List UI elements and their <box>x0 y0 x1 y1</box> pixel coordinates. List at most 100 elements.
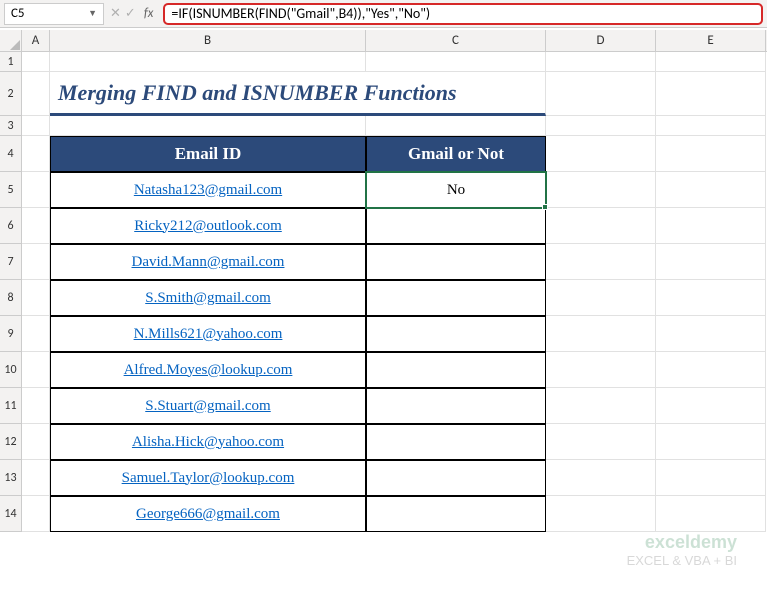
cell[interactable] <box>656 244 766 280</box>
email-link[interactable]: George666@gmail.com <box>50 496 366 532</box>
row-header-7[interactable]: 7 <box>0 244 21 280</box>
row-header-14[interactable]: 14 <box>0 496 21 532</box>
cell[interactable] <box>656 496 766 532</box>
col-header-C[interactable]: C <box>366 30 546 51</box>
cell[interactable] <box>656 424 766 460</box>
fill-handle[interactable] <box>542 204 548 210</box>
cell[interactable] <box>546 352 656 388</box>
result-cell[interactable] <box>366 280 546 316</box>
formula-input[interactable]: =IF(ISNUMBER(FIND("Gmail",B4)),"Yes","No… <box>163 3 763 25</box>
cell[interactable] <box>656 172 766 208</box>
email-link[interactable]: N.Mills621@yahoo.com <box>50 316 366 352</box>
column-headers: ABCDE <box>22 30 767 52</box>
row-header-8[interactable]: 8 <box>0 280 21 316</box>
cell[interactable] <box>656 316 766 352</box>
email-link[interactable]: Ricky212@outlook.com <box>50 208 366 244</box>
cell[interactable] <box>22 388 50 424</box>
cell[interactable] <box>22 352 50 388</box>
row-header-2[interactable]: 2 <box>0 72 21 116</box>
email-link[interactable]: S.Stuart@gmail.com <box>50 388 366 424</box>
cell[interactable] <box>656 388 766 424</box>
accept-icon[interactable]: ✓ <box>125 6 136 21</box>
result-cell[interactable] <box>366 388 546 424</box>
cell[interactable] <box>546 52 656 72</box>
row-header-4[interactable]: 4 <box>0 136 21 172</box>
cell-reference: C5 <box>11 6 25 21</box>
cell[interactable] <box>546 496 656 532</box>
email-link[interactable]: Samuel.Taylor@lookup.com <box>50 460 366 496</box>
result-cell[interactable] <box>366 460 546 496</box>
cell[interactable] <box>656 352 766 388</box>
cancel-icon[interactable]: ✕ <box>110 6 121 21</box>
cell[interactable] <box>22 280 50 316</box>
cell[interactable] <box>366 52 546 72</box>
email-link[interactable]: David.Mann@gmail.com <box>50 244 366 280</box>
cell[interactable] <box>22 460 50 496</box>
result-cell[interactable] <box>366 424 546 460</box>
cell[interactable] <box>50 116 366 136</box>
cell[interactable] <box>22 136 50 172</box>
cell[interactable] <box>22 316 50 352</box>
cell[interactable] <box>22 116 50 136</box>
result-cell[interactable] <box>366 496 546 532</box>
result-cell[interactable] <box>366 352 546 388</box>
result-cell[interactable]: No <box>366 172 546 208</box>
cell[interactable] <box>546 116 656 136</box>
cell[interactable] <box>546 208 656 244</box>
col-header-D[interactable]: D <box>546 30 656 51</box>
col-header-E[interactable]: E <box>656 30 766 51</box>
cell[interactable] <box>366 116 546 136</box>
cell[interactable] <box>656 136 766 172</box>
cell[interactable] <box>546 280 656 316</box>
cell[interactable] <box>656 52 766 72</box>
row-header-12[interactable]: 12 <box>0 424 21 460</box>
grid[interactable]: Merging FIND and ISNUMBER FunctionsEmail… <box>22 52 767 600</box>
cell[interactable] <box>546 136 656 172</box>
cell[interactable] <box>546 244 656 280</box>
row-header-6[interactable]: 6 <box>0 208 21 244</box>
cell[interactable] <box>22 244 50 280</box>
cell[interactable] <box>546 316 656 352</box>
email-link[interactable]: Alfred.Moyes@lookup.com <box>50 352 366 388</box>
col-header-B[interactable]: B <box>50 30 366 51</box>
cell[interactable] <box>22 172 50 208</box>
cell[interactable] <box>656 460 766 496</box>
result-cell[interactable] <box>366 316 546 352</box>
cell[interactable] <box>656 116 766 136</box>
cell[interactable] <box>546 424 656 460</box>
cell[interactable] <box>546 388 656 424</box>
cell[interactable] <box>656 280 766 316</box>
name-box[interactable]: C5 ▼ <box>4 3 104 25</box>
cell[interactable] <box>22 52 50 72</box>
cell[interactable] <box>546 172 656 208</box>
cell[interactable] <box>50 52 366 72</box>
dropdown-icon[interactable]: ▼ <box>88 8 97 19</box>
email-link[interactable]: Natasha123@gmail.com <box>50 172 366 208</box>
row-header-13[interactable]: 13 <box>0 460 21 496</box>
formula-bar: C5 ▼ ✕ ✓ fx =IF(ISNUMBER(FIND("Gmail",B4… <box>0 0 767 28</box>
result-cell[interactable] <box>366 244 546 280</box>
result-cell[interactable] <box>366 208 546 244</box>
cell[interactable] <box>546 460 656 496</box>
row-header-10[interactable]: 10 <box>0 352 21 388</box>
cell[interactable] <box>546 72 656 116</box>
email-link[interactable]: Alisha.Hick@yahoo.com <box>50 424 366 460</box>
email-link[interactable]: S.Smith@gmail.com <box>50 280 366 316</box>
cell[interactable] <box>22 208 50 244</box>
row-header-3[interactable]: 3 <box>0 116 21 136</box>
select-all-corner[interactable] <box>0 30 22 52</box>
watermark: exceldemy EXCEL & VBA + BI <box>627 532 737 568</box>
cell[interactable] <box>22 424 50 460</box>
row-header-5[interactable]: 5 <box>0 172 21 208</box>
col-header-A[interactable]: A <box>22 30 50 51</box>
row-header-1[interactable]: 1 <box>0 52 21 72</box>
row-header-11[interactable]: 11 <box>0 388 21 424</box>
cell[interactable] <box>22 72 50 116</box>
page-title: Merging FIND and ISNUMBER Functions <box>50 72 546 116</box>
row-header-9[interactable]: 9 <box>0 316 21 352</box>
cell[interactable] <box>22 496 50 532</box>
cell[interactable] <box>656 72 766 116</box>
fx-icon[interactable]: fx <box>140 6 158 21</box>
row-headers: 1234567891011121314 <box>0 52 22 532</box>
cell[interactable] <box>656 208 766 244</box>
